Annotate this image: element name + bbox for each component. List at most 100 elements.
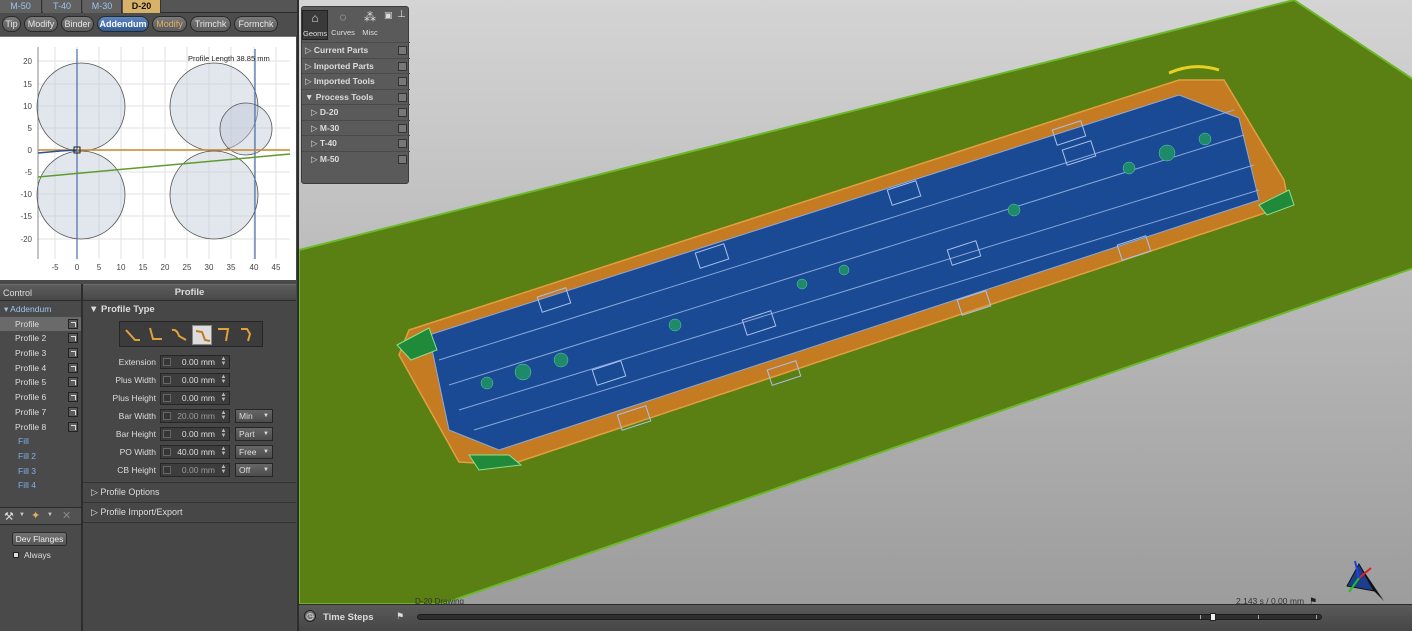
process-tool-t40[interactable]: ▷ T-40 [302,135,410,151]
trimchk-button[interactable]: Trimchk [190,16,231,32]
bar-width-select[interactable]: Min [235,409,273,423]
edit-icon[interactable] [68,406,78,417]
tree-item-fill-4[interactable]: Fill 4 [0,478,81,493]
visibility-checkbox[interactable] [398,77,407,86]
spin-icon[interactable]: ▲ ▼ [219,356,228,367]
geom-row-process-tools[interactable]: ▼ Process Tools [302,89,410,105]
edit-icon[interactable] [68,392,78,403]
flag-icon[interactable]: ⚑ [396,611,404,622]
clock-icon[interactable]: ◷ [304,610,316,622]
expand-icon[interactable]: ▷ [302,76,312,86]
tab-geoms[interactable]: ⌂ Geoms [302,10,328,40]
tree-root-addendum[interactable]: ▾ Addendum [0,302,81,317]
bar-height-input[interactable]: 0.00 mm ▲ ▼ [160,427,230,441]
viewport-3d[interactable] [297,0,1412,631]
visibility-checkbox[interactable] [398,108,407,117]
pin-icon[interactable]: ✦ [31,509,40,522]
tab-m50[interactable]: M-50 [0,0,42,13]
geom-row-imported-tools[interactable]: ▷ Imported Tools [302,73,410,89]
wrench-icon[interactable]: ⚒ [4,510,14,523]
tree-item-fill-2[interactable]: Fill 2 [0,449,81,464]
tab-curves[interactable]: ◌ Curves [330,10,356,40]
tree-item-profile-2[interactable]: Profile 2 [0,331,81,346]
spin-icon[interactable]: ▲ ▼ [219,428,228,439]
always-checkbox[interactable] [13,552,19,558]
spin-icon[interactable]: ▲ ▼ [219,374,228,385]
geom-row-imported-parts[interactable]: ▷ Imported Parts [302,58,410,74]
tree-item-profile-3[interactable]: Profile 3 [0,346,81,361]
plus-height-input[interactable]: 0.00 mm ▲ ▼ [160,391,230,405]
delete-icon[interactable]: ✕ [62,509,71,522]
profile-type-section[interactable]: ▼ Profile Type [89,304,155,315]
cb-height-input[interactable]: 0.00 mm ▲ ▼ [160,463,230,477]
minimize-icon[interactable]: ▣ [384,10,393,21]
modify-addendum-button[interactable]: Modify [152,16,187,32]
collapse-icon[interactable]: ▼ [302,92,313,102]
po-width-checkbox[interactable] [163,448,171,456]
chevron-down-icon[interactable]: ▼ [19,512,25,518]
tab-d20[interactable]: D-20 [123,0,161,13]
profile-type-ramp-icon[interactable] [123,325,143,345]
modify-button[interactable]: Modify [24,16,58,32]
process-tool-m50[interactable]: ▷ M-50 [302,151,410,167]
plus-height-checkbox[interactable] [163,394,171,402]
profile-type-step-icon[interactable] [146,325,166,345]
geom-row-current-parts[interactable]: ▷ Current Parts [302,42,410,58]
bar-width-checkbox[interactable] [163,412,171,420]
tree-item-profile-7[interactable]: Profile 7 [0,405,81,420]
tree-item-fill[interactable]: Fill [0,434,81,449]
profile-options-section[interactable]: ▷ Profile Options [91,487,159,498]
tab-misc[interactable]: ⁂ Misc [357,10,383,40]
profile-type-bar-icon[interactable] [192,325,212,345]
profile-import-export-section[interactable]: ▷ Profile Import/Export [91,507,182,518]
extension-input[interactable]: 0.00 mm ▲ ▼ [160,355,230,369]
tree-item-profile-6[interactable]: Profile 6 [0,390,81,405]
tree-item-profile-4[interactable]: Profile 4 [0,361,81,376]
formchk-button[interactable]: Formchk [234,16,278,32]
extension-checkbox[interactable] [163,358,171,366]
visibility-checkbox[interactable] [398,62,407,71]
visibility-checkbox[interactable] [398,46,407,55]
po-width-input[interactable]: 40.00 mm ▲ ▼ [160,445,230,459]
process-tool-d20[interactable]: ▷ D-20 [302,104,410,120]
edit-icon[interactable] [68,421,78,432]
edit-icon[interactable] [68,333,78,344]
edit-icon[interactable] [68,377,78,388]
profile-type-hook2-icon[interactable] [238,325,258,345]
visibility-checkbox[interactable] [398,139,407,148]
profile-graph[interactable]: Profile Length 38.85 mm 20 15 10 5 0 -5 … [0,36,296,280]
spin-icon[interactable]: ▲ ▼ [219,410,228,421]
expand-icon[interactable]: ▷ [302,45,312,55]
spin-icon[interactable]: ▲ ▼ [219,392,228,403]
time-slider-track[interactable] [417,613,1322,621]
tip-button[interactable]: Tip [2,16,21,32]
tab-t40[interactable]: T-40 [43,0,82,13]
pin-icon[interactable]: ⊥ [397,9,406,20]
bar-height-checkbox[interactable] [163,430,171,438]
tree-item-profile[interactable]: Profile [0,316,81,332]
visibility-checkbox[interactable] [398,93,407,102]
bar-width-input[interactable]: 20.00 mm ▲ ▼ [160,409,230,423]
time-slider-thumb[interactable] [1210,613,1216,621]
bar-height-select[interactable]: Part [235,427,273,441]
tree-item-profile-8[interactable]: Profile 8 [0,420,81,435]
tree-item-fill-3[interactable]: Fill 3 [0,464,81,479]
cb-height-checkbox[interactable] [163,466,171,474]
expand-icon[interactable]: ▷ [302,61,312,71]
tab-m30[interactable]: M-30 [83,0,122,13]
edit-icon[interactable] [68,362,78,373]
axis-triad-icon[interactable] [1339,556,1389,606]
edit-icon[interactable] [68,348,78,359]
binder-button[interactable]: Binder [61,16,94,32]
plus-width-input[interactable]: 0.00 mm ▲ ▼ [160,373,230,387]
chevron-down-icon[interactable]: ▼ [47,512,53,518]
visibility-checkbox[interactable] [398,155,407,164]
po-width-select[interactable]: Free [235,445,273,459]
visibility-checkbox[interactable] [398,124,407,133]
edit-icon[interactable] [68,318,78,329]
plus-width-checkbox[interactable] [163,376,171,384]
spin-icon[interactable]: ▲ ▼ [219,464,228,475]
profile-type-hook-icon[interactable] [215,325,235,345]
spin-icon[interactable]: ▲ ▼ [219,446,228,457]
profile-type-bump-icon[interactable] [169,325,189,345]
